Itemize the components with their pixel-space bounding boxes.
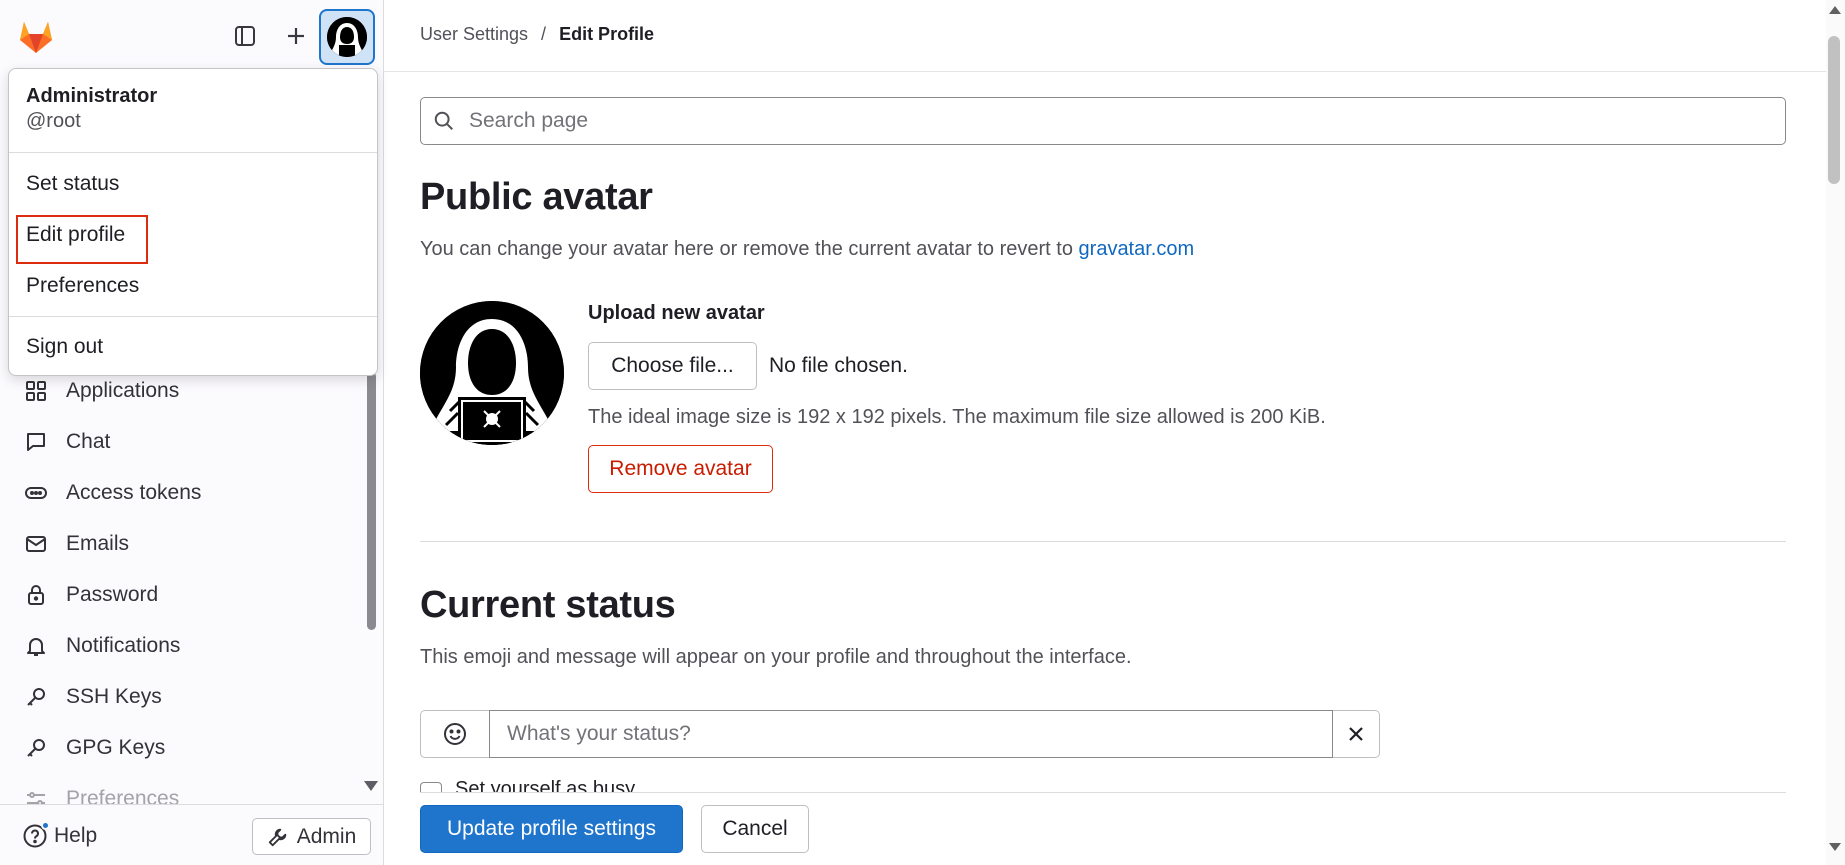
cancel-button[interactable]: Cancel <box>701 805 809 853</box>
comment-icon <box>27 432 45 451</box>
sidebar-item-label: Emails <box>66 531 130 555</box>
gravatar-link[interactable]: gravatar.com <box>1079 238 1195 260</box>
main-content: User Settings / Edit Profile Public avat… <box>384 0 1845 865</box>
breadcrumb-edit-profile[interactable]: Edit Profile <box>559 24 654 45</box>
busy-checkbox[interactable] <box>420 782 442 792</box>
bell-icon <box>27 637 45 656</box>
plus-icon[interactable] <box>276 16 316 56</box>
user-display-name: Administrator <box>26 85 158 107</box>
file-status-text: No file chosen. <box>769 354 908 377</box>
sidebar-item-label: Applications <box>66 378 180 402</box>
key-icon <box>27 738 45 757</box>
scroll-down-arrow-icon[interactable] <box>364 781 378 791</box>
sidebar-item-label: Notifications <box>66 633 181 657</box>
admin-label: Admin <box>296 824 357 848</box>
sidebar-scrollbar[interactable] <box>367 372 376 630</box>
sidebar-item-label: GPG Keys <box>66 735 166 759</box>
sidebar-item-chat[interactable]: Chat <box>0 416 360 467</box>
user-handle: @root <box>26 110 81 132</box>
settings-nav: Applications Chat Access tokens Emails P… <box>0 365 360 824</box>
wrench-icon <box>268 828 286 846</box>
busy-checkbox-row: Set yourself as busy <box>420 780 820 792</box>
avatar <box>420 301 564 445</box>
emoji-picker-button[interactable] <box>420 710 489 758</box>
sidebar-item-label: SSH Keys <box>66 684 162 708</box>
menu-item-set-status[interactable]: Set status <box>26 172 119 196</box>
search-icon <box>434 111 453 130</box>
update-profile-button[interactable]: Update profile settings <box>420 805 683 853</box>
notification-dot <box>41 821 50 830</box>
sidebar-header <box>0 0 384 72</box>
breadcrumb-user-settings[interactable]: User Settings <box>420 24 528 45</box>
current-status-description: This emoji and message will appear on yo… <box>420 646 1132 668</box>
avatar-size-help: The ideal image size is 192 x 192 pixels… <box>588 406 1326 428</box>
sidebar-item-label: Password <box>66 582 159 606</box>
public-avatar-title: Public avatar <box>420 176 653 218</box>
form-actions: Update profile settings Cancel <box>384 792 1826 865</box>
mail-icon <box>26 535 46 552</box>
sidebar-item-ssh-keys[interactable]: SSH Keys <box>0 671 360 722</box>
menu-item-sign-out[interactable]: Sign out <box>26 335 103 359</box>
divider <box>9 152 377 153</box>
help-label: Help <box>54 824 98 847</box>
key-icon <box>27 687 45 706</box>
applications-icon <box>26 380 46 401</box>
divider <box>420 541 1786 542</box>
divider <box>9 316 377 317</box>
menu-item-preferences[interactable]: Preferences <box>26 274 139 298</box>
public-avatar-description: You can change your avatar here or remov… <box>420 238 1194 261</box>
current-status-title: Current status <box>420 584 676 626</box>
menu-item-edit-profile[interactable]: Edit profile <box>26 223 125 247</box>
token-icon <box>25 486 47 499</box>
page-scrollbar-thumb[interactable] <box>1828 36 1840 184</box>
admin-button[interactable]: Admin <box>252 818 371 855</box>
upload-avatar-label: Upload new avatar <box>588 302 765 324</box>
sidebar-item-password[interactable]: Password <box>0 569 360 620</box>
lock-icon <box>28 584 44 605</box>
close-icon <box>1349 727 1363 741</box>
sidebar-item-label: Chat <box>66 429 111 453</box>
busy-checkbox-label: Set yourself as busy <box>455 780 636 792</box>
choose-file-button[interactable]: Choose file... <box>588 342 757 390</box>
status-message-field[interactable] <box>489 710 1333 758</box>
user-menu-header[interactable]: Administrator @root <box>26 85 157 133</box>
sidebar-item-emails[interactable]: Emails <box>0 518 360 569</box>
sidebar-footer: Help Admin <box>0 804 383 865</box>
gitlab-logo-icon[interactable] <box>16 16 56 56</box>
scroll-up-arrow-icon[interactable] <box>1829 6 1841 14</box>
avatar-description-text: You can change your avatar here or remov… <box>420 238 1073 260</box>
sidebar-item-label: Access tokens <box>66 480 202 504</box>
breadcrumb: User Settings / Edit Profile <box>420 24 654 45</box>
avatar <box>327 17 367 57</box>
clear-status-button[interactable] <box>1333 710 1380 758</box>
sidebar-item-access-tokens[interactable]: Access tokens <box>0 467 360 518</box>
search-box[interactable] <box>420 97 1786 145</box>
smiley-icon <box>444 723 466 745</box>
search-input[interactable] <box>467 108 1767 134</box>
remove-avatar-button[interactable]: Remove avatar <box>588 445 773 493</box>
sidebar-toggle-icon[interactable] <box>225 16 265 56</box>
user-avatar-button[interactable] <box>319 9 375 65</box>
help-icon <box>22 821 50 849</box>
user-menu-dropdown: Administrator @root Set status Edit prof… <box>8 68 378 376</box>
scroll-down-arrow-icon[interactable] <box>1829 843 1841 851</box>
divider <box>384 71 1826 72</box>
sidebar-item-notifications[interactable]: Notifications <box>0 620 360 671</box>
help-button[interactable]: Help <box>22 821 97 851</box>
divider <box>420 792 1786 793</box>
sidebar-item-gpg-keys[interactable]: GPG Keys <box>0 722 360 773</box>
breadcrumb-separator: / <box>541 24 547 44</box>
status-message-input[interactable] <box>505 721 1305 747</box>
